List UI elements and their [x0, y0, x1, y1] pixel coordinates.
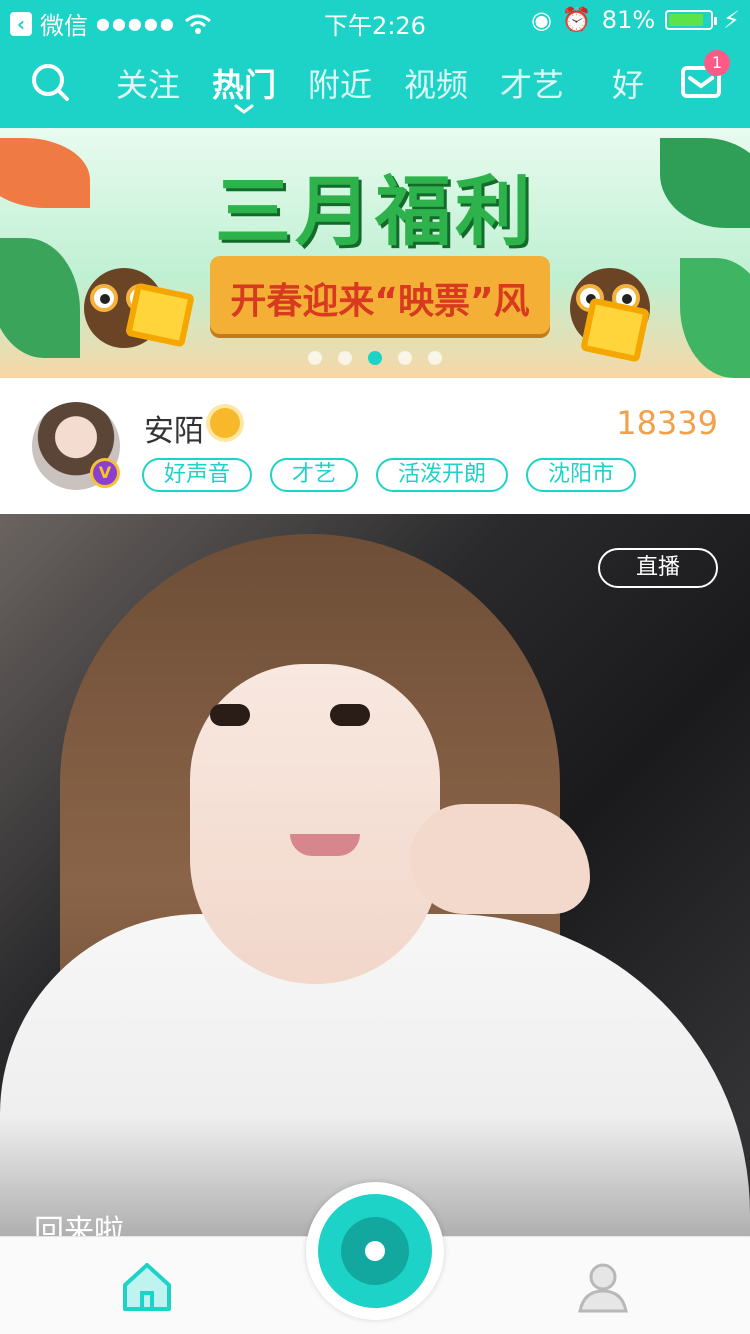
- pager-dot-active[interactable]: [368, 351, 382, 365]
- pager-dot[interactable]: [308, 351, 322, 365]
- pager-dot[interactable]: [398, 351, 412, 365]
- sun-level-icon: [210, 408, 240, 438]
- message-badge: 1: [704, 50, 730, 76]
- pager-dot[interactable]: [428, 351, 442, 365]
- top-nav: 关注 热门 附近 视频 才艺好 1: [0, 50, 750, 118]
- banner-title: 三月福利: [215, 167, 535, 256]
- tag-item[interactable]: 活泼开朗: [376, 458, 509, 492]
- live-cover-photo[interactable]: 直播 回来啦: [0, 514, 750, 1236]
- status-right: ◉ ⏰ 81% ⚡: [531, 6, 740, 34]
- tag-item[interactable]: 沈阳市: [526, 458, 637, 492]
- tab-talent[interactable]: 才艺: [484, 60, 580, 106]
- tab-more[interactable]: 好: [580, 60, 660, 106]
- battery-icon: [665, 10, 718, 30]
- tab-hot-label: 热门: [211, 66, 276, 104]
- banner-pager: [0, 350, 750, 369]
- viewer-count: 18339: [616, 404, 718, 442]
- home-icon[interactable]: [120, 1259, 174, 1313]
- tag-item[interactable]: 好声音: [142, 458, 253, 492]
- status-bar: ‹ 微信 ●●●●● 下午2:26 ◉ ⏰ 81% ⚡: [0, 0, 750, 40]
- alarm-icon: ⏰: [561, 6, 592, 34]
- start-live-button[interactable]: [306, 1182, 444, 1320]
- tab-video[interactable]: 视频: [388, 60, 484, 106]
- pager-dot[interactable]: [338, 351, 352, 365]
- tab-nearby[interactable]: 附近: [292, 60, 388, 106]
- app-screen: ‹ 微信 ●●●●● 下午2:26 ◉ ⏰ 81% ⚡ 关注 热门 附近 视频 …: [0, 0, 750, 1334]
- stream-caption: 回来啦: [34, 1214, 124, 1236]
- live-status-badge: 直播: [598, 548, 718, 588]
- tab-hot[interactable]: 热门: [196, 60, 292, 114]
- photo-hand: [410, 804, 590, 914]
- banner-ribbon: 开春迎来“映票”风: [210, 256, 550, 334]
- banner-subtitle: 开春迎来“映票”风: [230, 281, 530, 322]
- search-icon[interactable]: [30, 62, 70, 102]
- header: ‹ 微信 ●●●●● 下午2:26 ◉ ⏰ 81% ⚡ 关注 热门 附近 视频 …: [0, 0, 750, 128]
- tab-follow[interactable]: 关注: [100, 60, 196, 106]
- anchor-name: 安陌: [144, 414, 204, 449]
- promo-banner[interactable]: 三月福利 开春迎来“映票”风: [0, 128, 750, 378]
- battery-percent: 81%: [601, 6, 656, 34]
- tag-item[interactable]: 才艺: [270, 458, 359, 492]
- person-icon[interactable]: [576, 1259, 630, 1313]
- orientation-lock-icon: ◉: [530, 6, 552, 34]
- vip-badge: V: [90, 458, 120, 488]
- charging-icon: ⚡: [723, 6, 740, 34]
- channel-tabs: 关注 热门 附近 视频 才艺好: [100, 60, 660, 116]
- tag-list: 好声音 才艺 活泼开朗 沈阳市: [142, 458, 637, 492]
- anchor-profile-row[interactable]: V 安陌 18339 好声音 才艺 活泼开朗 沈阳市: [0, 378, 750, 514]
- chevron-down-icon: [234, 104, 254, 114]
